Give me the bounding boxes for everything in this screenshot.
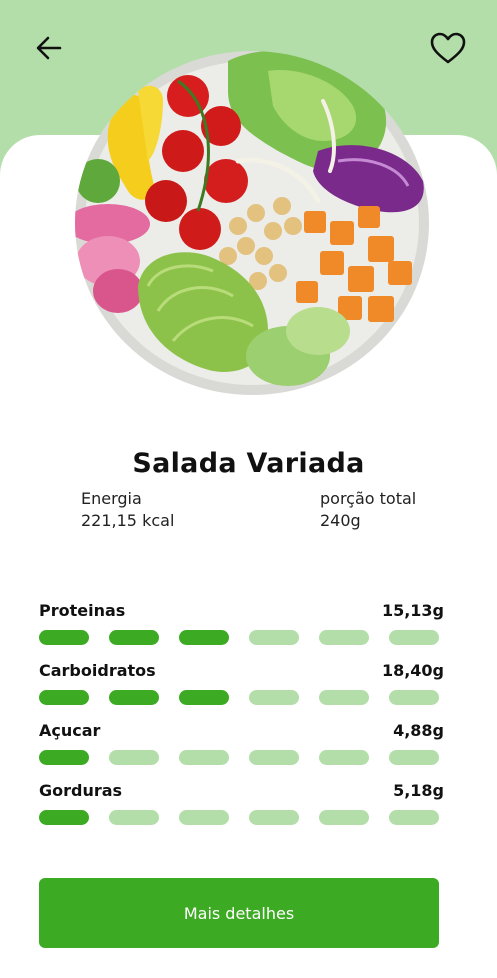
level-segment-empty <box>109 750 159 765</box>
level-segment-empty <box>249 750 299 765</box>
nutrient-fats: Gorduras 5,18g <box>39 779 444 825</box>
level-segment-filled <box>39 690 89 705</box>
nutrient-level-bar <box>39 750 444 766</box>
level-segment-filled <box>39 810 89 825</box>
level-segment-empty <box>389 690 439 705</box>
level-segment-empty <box>249 630 299 645</box>
level-segment-empty <box>319 810 369 825</box>
heart-outline-icon <box>430 32 466 64</box>
nutrient-name: Carboidratos <box>39 660 156 680</box>
level-segment-empty <box>389 810 439 825</box>
nutrient-value: 5,18g <box>393 780 444 800</box>
level-segment-empty <box>249 810 299 825</box>
portion-label: porção total <box>320 489 417 508</box>
salad-bowl-image <box>75 51 429 395</box>
nutrient-level-bar <box>39 690 444 706</box>
arrow-left-icon <box>36 36 62 60</box>
energy-label: Energia <box>81 489 142 508</box>
more-details-button[interactable]: Mais detalhes <box>39 878 439 948</box>
level-segment-filled <box>39 630 89 645</box>
nutrient-level-bar <box>39 810 444 826</box>
nutrient-name: Açucar <box>39 720 101 740</box>
level-segment-filled <box>39 750 89 765</box>
level-segment-filled <box>179 630 229 645</box>
level-segment-filled <box>109 630 159 645</box>
nutrient-name: Gorduras <box>39 780 123 800</box>
nutrient-value: 18,40g <box>381 660 444 680</box>
portion-stat: porção total 240g <box>320 488 416 532</box>
portion-value: 240g <box>320 511 361 530</box>
nutrient-value: 4,88g <box>393 720 444 740</box>
nutrient-carbs: Carboidratos 18,40g <box>39 659 444 705</box>
energy-value: 221,15 kcal <box>81 511 175 530</box>
level-segment-filled <box>179 690 229 705</box>
level-segment-empty <box>319 690 369 705</box>
nutrient-value: 15,13g <box>381 600 444 620</box>
dish-title: Salada Variada <box>132 448 365 479</box>
favorite-button[interactable] <box>426 26 470 70</box>
level-segment-empty <box>389 630 439 645</box>
nutrient-level-bar <box>39 630 444 646</box>
nutrient-name: Proteinas <box>39 600 126 620</box>
nutrient-proteins: Proteinas 15,13g <box>39 599 444 645</box>
back-button[interactable] <box>27 26 71 70</box>
energy-stat: Energia 221,15 kcal <box>81 488 174 532</box>
nutrient-sugar: Açucar 4,88g <box>39 719 444 765</box>
level-segment-empty <box>179 750 229 765</box>
level-segment-filled <box>109 690 159 705</box>
level-segment-empty <box>319 630 369 645</box>
level-segment-empty <box>179 810 229 825</box>
level-segment-empty <box>389 750 439 765</box>
level-segment-empty <box>319 750 369 765</box>
level-segment-empty <box>249 690 299 705</box>
level-segment-empty <box>109 810 159 825</box>
